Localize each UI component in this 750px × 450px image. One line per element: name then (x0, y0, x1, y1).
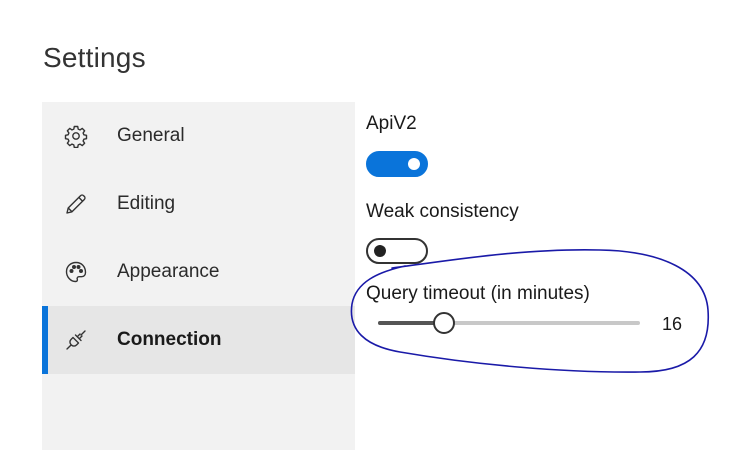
gear-icon (64, 124, 88, 148)
sidebar-item-general[interactable]: General (42, 102, 355, 170)
connection-settings-panel: ApiV2 Weak consistency Query timeout (in… (366, 0, 750, 450)
sidebar-item-label: Connection (117, 329, 222, 350)
toggle-knob (408, 158, 420, 170)
sidebar-item-label: Editing (117, 193, 176, 214)
weak-consistency-toggle[interactable] (366, 238, 428, 264)
toggle-knob (374, 245, 386, 257)
slider-thumb[interactable] (433, 312, 455, 334)
sidebar-item-label: Appearance (117, 261, 220, 282)
query-timeout-label: Query timeout (in minutes) (366, 283, 590, 304)
pencil-icon (64, 192, 88, 216)
sidebar-item-appearance[interactable]: Appearance (42, 238, 355, 306)
plug-icon (64, 328, 88, 352)
settings-page: Settings General Editing Appearance Conn… (0, 0, 750, 450)
sidebar-item-editing[interactable]: Editing (42, 170, 355, 238)
query-timeout-value: 16 (662, 314, 683, 334)
weak-consistency-label: Weak consistency (366, 201, 519, 222)
apiv2-toggle[interactable] (366, 151, 428, 177)
selected-indicator (42, 306, 48, 374)
sidebar-item-connection[interactable]: Connection (42, 306, 355, 374)
apiv2-label: ApiV2 (366, 113, 417, 134)
palette-icon (64, 260, 88, 284)
sidebar-nav: General Editing Appearance Connection (42, 102, 355, 450)
sidebar-item-label: General (117, 125, 185, 146)
query-timeout-slider[interactable] (378, 311, 640, 335)
page-title: Settings (43, 42, 146, 73)
